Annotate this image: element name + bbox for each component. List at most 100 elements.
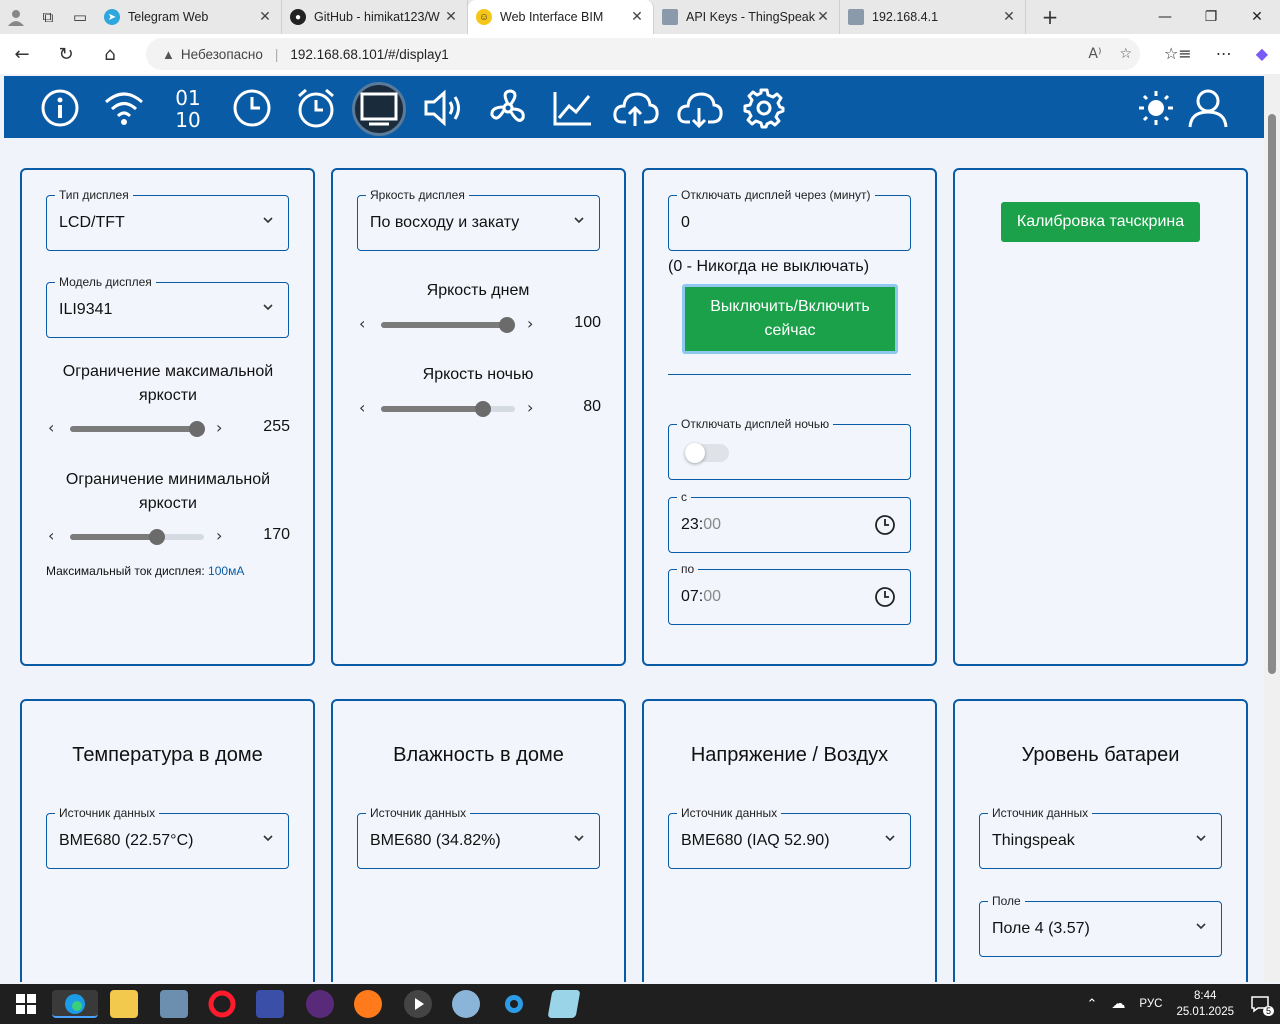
notifications-icon[interactable]: 5: [1248, 992, 1274, 1016]
clock-icon[interactable]: [874, 514, 896, 536]
page-scrollbar[interactable]: [1264, 74, 1280, 982]
upload-icon[interactable]: [612, 84, 660, 132]
slider-track[interactable]: [70, 421, 206, 437]
day-brightness-slider[interactable]: ‹ ›: [359, 312, 539, 336]
edge-icon[interactable]: [52, 990, 98, 1018]
slider-thumb[interactable]: [149, 529, 166, 545]
info-icon[interactable]: [36, 84, 84, 132]
reload-icon[interactable]: ↻: [44, 34, 88, 74]
notes-icon[interactable]: [547, 990, 581, 1018]
favorites-icon[interactable]: ☆≡: [1164, 44, 1192, 63]
app-icon[interactable]: [306, 990, 334, 1018]
minimize-icon[interactable]: —: [1142, 0, 1188, 34]
cloud-icon[interactable]: ☁: [1111, 996, 1125, 1012]
chevron-left-icon[interactable]: ‹: [359, 398, 365, 417]
sun-icon[interactable]: [1132, 84, 1180, 132]
clock-icon[interactable]: [874, 586, 896, 608]
language-indicator[interactable]: РУС: [1139, 998, 1162, 1010]
workspaces-icon[interactable]: ⧉: [32, 0, 64, 34]
source-select[interactable]: Источник данных BME680 (22.57°C): [46, 806, 289, 869]
display-type-select[interactable]: Тип дисплея LCD/TFT: [46, 188, 289, 251]
read-aloud-icon[interactable]: A⁾: [1088, 46, 1101, 62]
slider-track[interactable]: [70, 529, 204, 545]
slider-thumb[interactable]: [498, 317, 515, 333]
scroll-thumb[interactable]: [1268, 114, 1276, 674]
display-model-select[interactable]: Модель дисплея ILI9341: [46, 275, 289, 338]
source-select[interactable]: Источник данных Thingspeak: [979, 806, 1222, 869]
calibrate-touchscreen-button[interactable]: Калибровка тачскрина: [1001, 202, 1200, 242]
tab-github[interactable]: ● GitHub - himikat123/W ✕: [282, 0, 468, 34]
binary-icon[interactable]: 01 10: [164, 84, 212, 132]
display-icon[interactable]: [352, 82, 406, 136]
settings-gear-icon[interactable]: [500, 990, 528, 1018]
to-time-input[interactable]: по 07:00: [668, 562, 911, 625]
max-brightness-slider[interactable]: ‹ ›: [48, 416, 228, 440]
chevron-left-icon[interactable]: ‹: [48, 526, 54, 545]
night-brightness-slider[interactable]: ‹ ›: [359, 396, 539, 420]
more-icon[interactable]: ⋯: [1216, 44, 1232, 63]
security-label[interactable]: Небезопасно: [181, 47, 263, 62]
windows-start-icon[interactable]: [12, 990, 40, 1018]
chevron-left-icon[interactable]: ‹: [359, 314, 365, 333]
off-after-input[interactable]: Отключать дисплей через (минут) 0: [668, 188, 911, 251]
slider-track[interactable]: [381, 401, 515, 417]
close-icon[interactable]: ✕: [629, 9, 645, 25]
chevron-right-icon[interactable]: ›: [527, 314, 533, 333]
favorite-star-icon[interactable]: ☆: [1119, 46, 1132, 62]
tab-192-168-4-1[interactable]: 192.168.4.1 ✕: [840, 0, 1026, 34]
from-time-input[interactable]: с 23:00: [668, 490, 911, 553]
url-field[interactable]: ▲ Небезопасно | 192.168.68.101/#/display…: [146, 38, 1140, 70]
home-icon[interactable]: ⌂: [88, 34, 132, 74]
slider-thumb[interactable]: [189, 421, 206, 437]
close-icon[interactable]: ✕: [443, 9, 459, 25]
speaker-icon[interactable]: [420, 84, 468, 132]
close-window-icon[interactable]: ✕: [1234, 0, 1280, 34]
toggle-display-button[interactable]: Выключить/Включить сейчас: [682, 284, 898, 354]
save-floppy-icon[interactable]: [256, 990, 284, 1018]
tab-web-interface[interactable]: ☺ Web Interface BIM ✕: [468, 0, 654, 34]
night-off-switch[interactable]: [685, 443, 729, 463]
opera-icon[interactable]: [208, 990, 236, 1018]
camera-icon[interactable]: [452, 990, 480, 1018]
fan-icon[interactable]: [484, 84, 532, 132]
firefox-icon[interactable]: [354, 990, 382, 1018]
field-value[interactable]: 23:00: [681, 516, 721, 534]
source-select[interactable]: Источник данных BME680 (IAQ 52.90): [668, 806, 911, 869]
brightness-mode-select[interactable]: Яркость дисплея По восходу и закату: [357, 188, 600, 251]
chevron-right-icon[interactable]: ›: [216, 418, 222, 437]
slider-track[interactable]: [381, 317, 515, 333]
copilot-icon[interactable]: ◆: [1256, 44, 1268, 63]
alarm-icon[interactable]: [292, 84, 340, 132]
source-select[interactable]: Источник данных BME680 (34.82%): [357, 806, 600, 869]
tab-thingspeak[interactable]: API Keys - ThingSpeak I ✕: [654, 0, 840, 34]
slider-thumb[interactable]: [474, 401, 491, 417]
warning-icon[interactable]: ▲: [162, 47, 175, 62]
profile-icon[interactable]: [0, 0, 32, 34]
close-icon[interactable]: ✕: [257, 9, 273, 25]
tab-telegram[interactable]: ➤ Telegram Web ✕: [96, 0, 282, 34]
file-explorer-icon[interactable]: [110, 990, 138, 1018]
close-icon[interactable]: ✕: [1001, 9, 1017, 25]
chevron-up-icon[interactable]: ⌃: [1087, 997, 1098, 1012]
chevron-right-icon[interactable]: ›: [216, 526, 222, 545]
clock[interactable]: 8:44 25.01.2025: [1176, 988, 1234, 1020]
clock-icon[interactable]: [228, 84, 276, 132]
back-icon[interactable]: ←: [0, 34, 44, 74]
min-brightness-slider[interactable]: ‹ ›: [48, 524, 228, 548]
chevron-left-icon[interactable]: ‹: [48, 418, 54, 437]
wifi-icon[interactable]: [100, 84, 148, 132]
tab-actions-icon[interactable]: ▭: [64, 0, 96, 34]
gear-icon[interactable]: [740, 84, 788, 132]
media-player-icon[interactable]: [404, 990, 432, 1018]
chart-icon[interactable]: [548, 84, 596, 132]
close-icon[interactable]: ✕: [815, 9, 831, 25]
new-tab-icon[interactable]: +: [1034, 0, 1066, 34]
url-text[interactable]: 192.168.68.101/#/display1: [290, 47, 448, 62]
download-icon[interactable]: [676, 84, 724, 132]
calculator-icon[interactable]: [160, 990, 188, 1018]
user-icon[interactable]: [1184, 84, 1232, 132]
restore-icon[interactable]: ❐: [1188, 0, 1234, 34]
field-select[interactable]: Поле Поле 4 (3.57): [979, 894, 1222, 957]
field-value[interactable]: 07:00: [681, 588, 721, 606]
field-value[interactable]: 0: [681, 214, 690, 232]
